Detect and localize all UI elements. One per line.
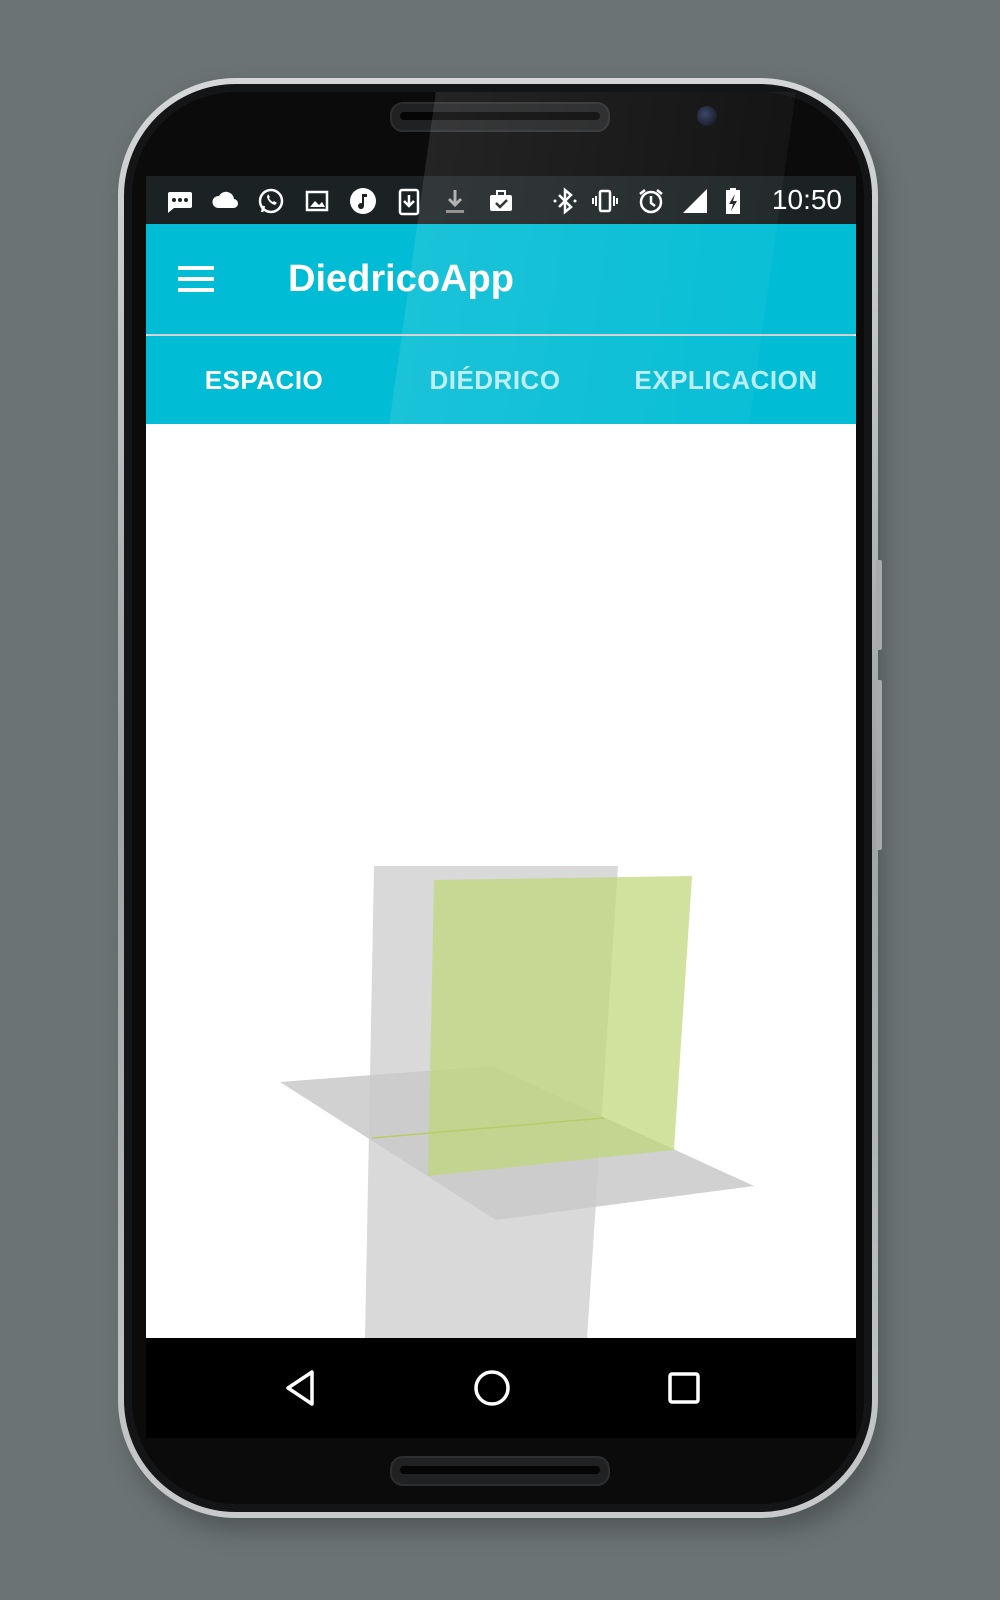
tab-bar: ESPACIO DIÉDRICO EXPLICACION (146, 336, 856, 424)
back-icon[interactable] (280, 1366, 324, 1410)
navigation-bar (146, 1338, 856, 1438)
music-icon (348, 186, 378, 216)
volume-button (876, 680, 882, 850)
top-speaker (390, 102, 610, 132)
3d-viewport[interactable] (146, 424, 856, 1338)
status-clock: 10:50 (771, 184, 842, 215)
download-box-icon (394, 186, 424, 216)
tab-espacio[interactable]: ESPACIO (146, 336, 382, 424)
image-icon (302, 186, 332, 216)
dihedral-planes-scene (280, 866, 754, 1338)
tab-diedrico[interactable]: DIÉDRICO (377, 336, 613, 424)
whatsapp-icon (256, 186, 286, 216)
power-button (876, 560, 882, 650)
tab-explicacion[interactable]: EXPLICACION (608, 336, 844, 424)
green-plane (428, 876, 692, 1176)
app-bar: DiedricoApp (146, 224, 856, 334)
messages-icon (164, 186, 194, 216)
battery-charging-icon (718, 186, 748, 216)
recents-icon[interactable] (662, 1366, 706, 1410)
front-camera (697, 106, 717, 126)
bluetooth-icon (550, 186, 580, 216)
alarm-icon (636, 186, 666, 216)
device-frame-backdrop: 10:50 DiedricoApp ESPACIO DIÉDRICO EXPLI… (0, 0, 1000, 1600)
status-bar: 10:50 (146, 176, 856, 224)
phone-screen: 10:50 DiedricoApp ESPACIO DIÉDRICO EXPLI… (146, 176, 856, 1438)
home-icon[interactable] (470, 1366, 514, 1410)
cloud-icon (210, 186, 240, 216)
menu-icon[interactable] (176, 264, 216, 294)
briefcase-check-icon (486, 186, 516, 216)
app-title: DiedricoApp (288, 258, 514, 300)
download-icon (440, 186, 470, 216)
signal-icon (680, 186, 710, 216)
bottom-speaker (390, 1456, 610, 1486)
vibrate-icon (590, 186, 620, 216)
